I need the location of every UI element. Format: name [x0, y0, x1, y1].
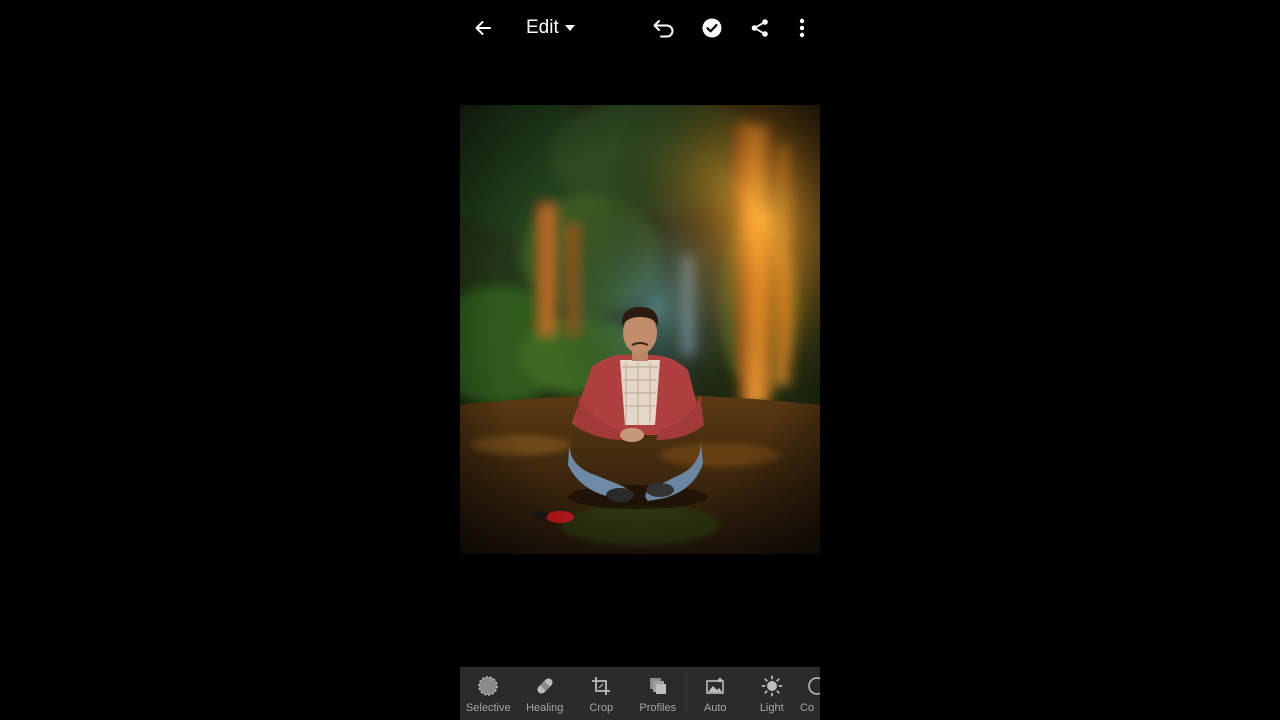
share-icon	[751, 19, 768, 37]
tool-label: Selective	[465, 702, 511, 714]
top-app-bar: Edit	[460, 0, 820, 56]
caret-down-icon	[564, 25, 575, 31]
tool-light[interactable]: Light	[744, 667, 801, 720]
check-circle-icon	[702, 18, 722, 38]
crop-icon	[592, 677, 611, 695]
tool-label: Co	[800, 702, 815, 714]
undo-button[interactable]	[648, 12, 680, 44]
more-vertical-icon	[799, 18, 805, 38]
more-options-button[interactable]	[786, 12, 818, 44]
selective-icon	[478, 676, 498, 696]
tool-healing[interactable]: Healing	[517, 667, 574, 720]
auto-icon	[706, 677, 725, 694]
tool-crop[interactable]: Crop	[573, 667, 630, 720]
tool-label: Healing	[526, 702, 564, 714]
tool-label: Auto	[703, 702, 727, 714]
arrow-left-icon	[475, 21, 491, 35]
color-icon	[808, 677, 820, 695]
done-button[interactable]	[696, 12, 728, 44]
tool-profiles[interactable]: Profiles	[630, 667, 687, 720]
back-button[interactable]	[467, 12, 499, 44]
app-screen: Edit Selective Healing Crop Profiles Aut…	[460, 0, 820, 720]
photo-canvas[interactable]	[460, 105, 820, 554]
undo-icon	[653, 20, 674, 38]
edit-tools-toolbar: Selective Healing Crop Profiles Auto Lig…	[460, 667, 820, 720]
edited-photo	[460, 105, 820, 554]
mode-dropdown[interactable]: Edit	[526, 14, 575, 42]
share-button[interactable]	[744, 12, 776, 44]
profiles-icon	[649, 678, 666, 694]
tool-color[interactable]: Co	[800, 667, 820, 720]
tool-selective[interactable]: Selective	[460, 667, 517, 720]
healing-icon	[537, 678, 553, 694]
tool-auto[interactable]: Auto	[687, 667, 744, 720]
light-icon	[761, 675, 783, 697]
tool-label: Light	[759, 702, 784, 714]
tool-label: Crop	[589, 702, 614, 714]
tool-label: Profiles	[639, 702, 677, 714]
mode-label: Edit	[526, 17, 559, 38]
